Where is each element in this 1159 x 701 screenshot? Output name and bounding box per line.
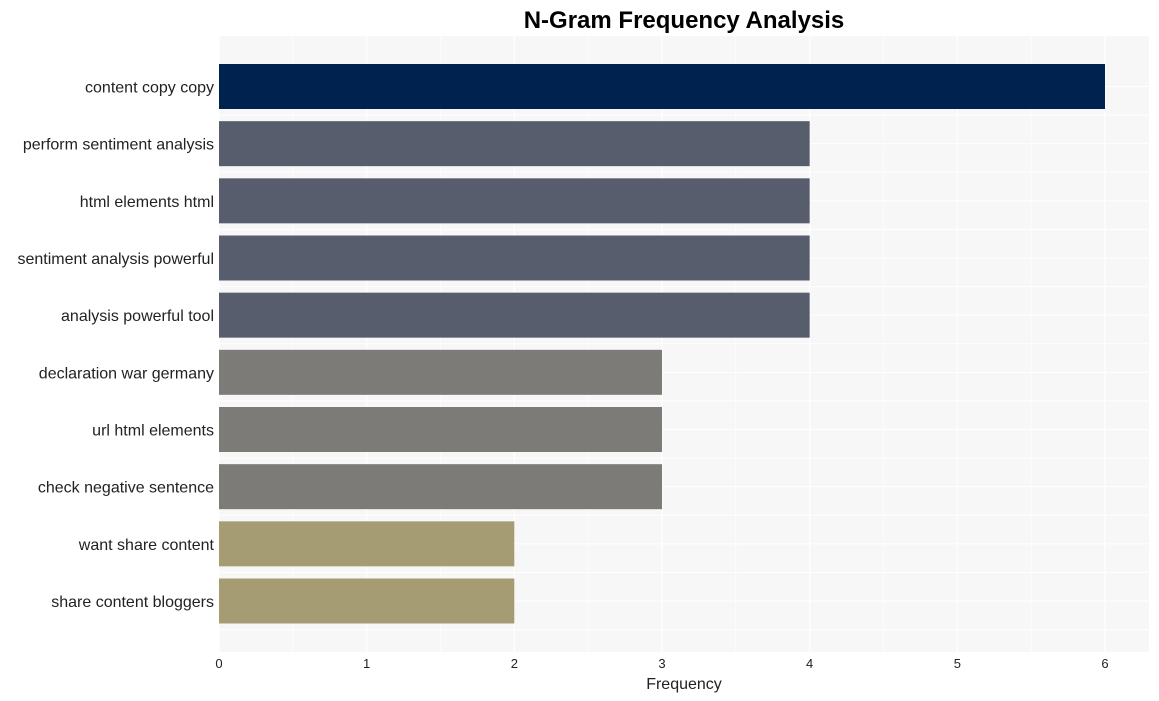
bar — [219, 349, 662, 395]
bar — [219, 292, 810, 338]
category-labels: content copy copy perform sentiment analy… — [17, 80, 214, 612]
category-label: content copy copy — [85, 80, 214, 97]
chart: N-Gram Frequency Analysis content copy c… — [17, 7, 1149, 693]
chart-title: N-Gram Frequency Analysis — [524, 7, 845, 34]
bar — [219, 407, 662, 452]
category-label: want share content — [78, 537, 215, 554]
bar — [219, 64, 1105, 109]
category-label: html elements html — [80, 194, 214, 211]
category-label: check negative sentence — [38, 480, 214, 497]
category-label: share content bloggers — [51, 594, 214, 611]
x-tick-label: 3 — [658, 656, 665, 671]
x-tick-label: 0 — [215, 656, 222, 671]
bar — [219, 521, 515, 567]
x-tick-label: 4 — [806, 656, 813, 671]
category-label: sentiment analysis powerful — [17, 251, 214, 268]
bar — [219, 235, 810, 281]
x-tick-label: 1 — [363, 656, 370, 671]
bar — [219, 121, 810, 167]
x-tick-label: 5 — [954, 656, 961, 671]
x-axis-label: Frequency — [646, 676, 722, 693]
category-label: url html elements — [92, 423, 214, 440]
category-label: declaration war germany — [39, 365, 214, 382]
x-tick-label: 6 — [1101, 656, 1108, 671]
category-label: perform sentiment analysis — [23, 137, 214, 154]
bar — [219, 178, 810, 224]
bar — [219, 464, 662, 510]
x-tick-labels: 0 1 2 3 4 5 6 — [215, 656, 1108, 671]
bar — [219, 578, 515, 624]
x-tick-label: 2 — [511, 656, 518, 671]
category-label: analysis powerful tool — [61, 308, 214, 325]
